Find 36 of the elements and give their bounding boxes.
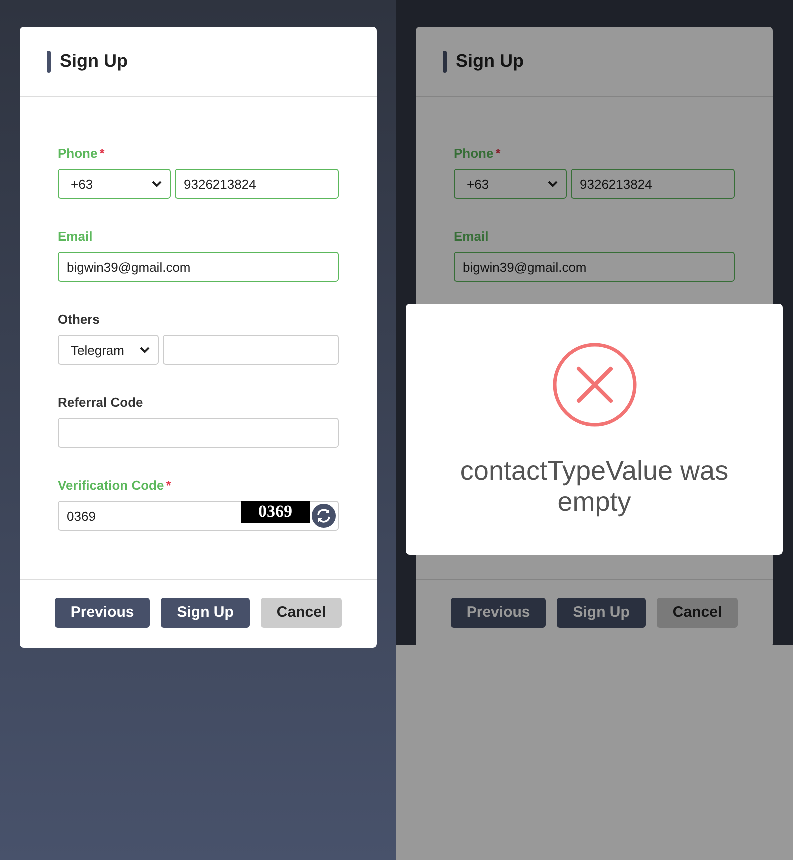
contact-input[interactable] — [163, 335, 339, 365]
country-code-select[interactable]: +63 — [454, 169, 567, 199]
phone-input[interactable]: 9326213824 — [175, 169, 339, 199]
contact-type-select[interactable]: Telegram — [58, 335, 159, 365]
field-label: Email — [58, 228, 93, 244]
alert-message: contactTypeValue was empty — [459, 456, 730, 518]
card-title: Sign Up — [456, 51, 524, 72]
text-input[interactable]: bigwin39@gmail.com — [58, 252, 339, 282]
error-icon — [552, 343, 636, 427]
field-label: Verification Code — [58, 478, 164, 492]
phone-input[interactable]: 9326213824 — [571, 169, 735, 199]
required-asterisk: * — [100, 146, 105, 160]
title-accent-bar — [443, 50, 447, 72]
chevron-icon — [548, 181, 558, 187]
cancel-button[interactable]: Cancel — [260, 598, 342, 628]
action-button[interactable]: Previous — [54, 598, 150, 628]
field-label: Email — [454, 228, 489, 244]
chevron-icon — [140, 347, 150, 353]
refresh-icon[interactable] — [312, 504, 336, 528]
field-label: Phone — [454, 146, 494, 160]
chevron-icon — [152, 181, 162, 187]
cancel-button[interactable]: Cancel — [656, 598, 738, 628]
required-asterisk: * — [496, 146, 501, 160]
text-input[interactable] — [58, 418, 339, 448]
field-label: Others — [58, 312, 100, 326]
required-asterisk: * — [166, 478, 172, 492]
action-button[interactable]: Previous — [450, 598, 546, 628]
action-button[interactable]: Sign Up — [161, 598, 250, 628]
country-code-select[interactable]: +63 — [58, 169, 171, 199]
action-button[interactable]: Sign Up — [557, 598, 646, 628]
card-title: Sign Up — [60, 51, 128, 72]
title-accent-bar — [47, 50, 51, 72]
captcha-image: 0369 — [241, 501, 310, 523]
field-label: Referral Code — [58, 394, 144, 410]
field-label: Phone — [58, 146, 98, 160]
text-input[interactable]: bigwin39@gmail.com — [454, 252, 735, 282]
